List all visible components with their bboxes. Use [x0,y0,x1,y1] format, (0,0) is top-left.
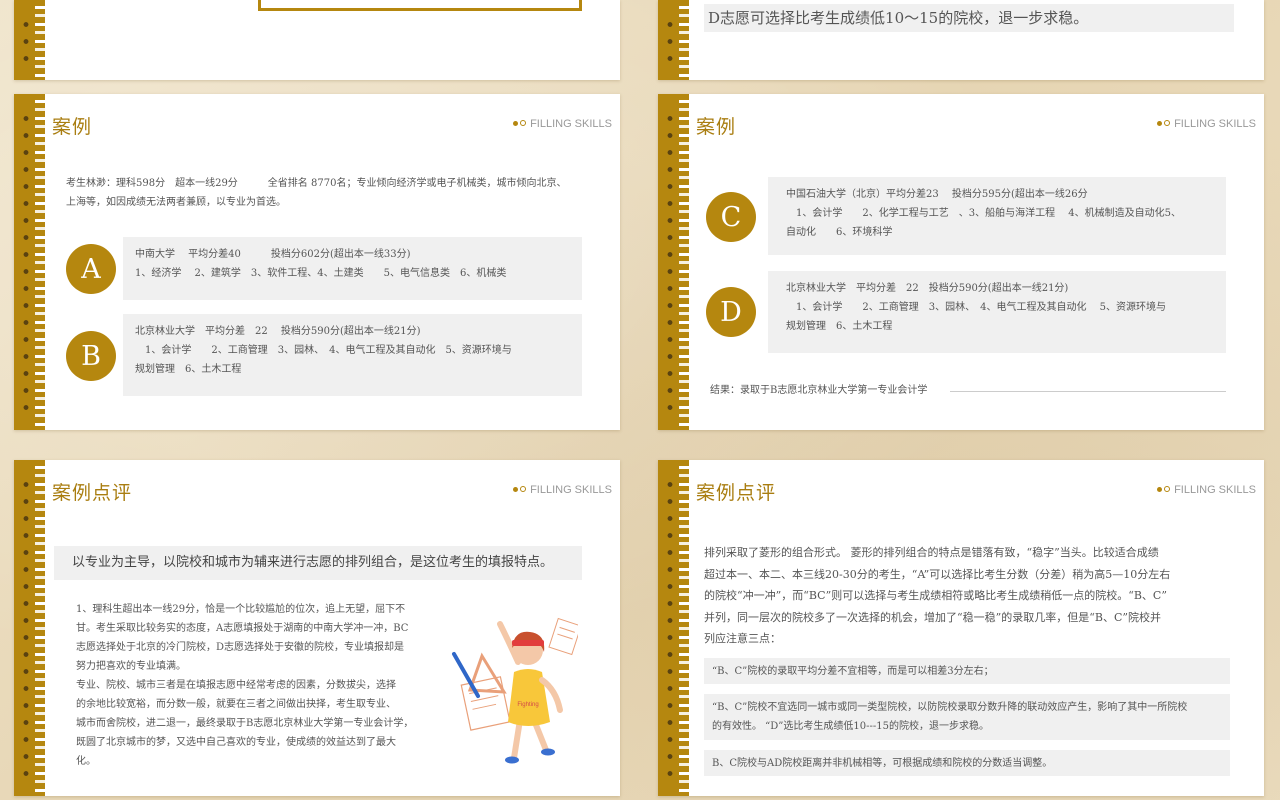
slide-top-right[interactable]: D志愿可选择比考生成绩低10～15的院校，退一步求稳。 [658,0,1264,80]
dot-icon [513,121,519,126]
slide-top-left[interactable] [14,0,620,80]
option-b-badge: B [66,331,116,381]
slide-title: 案例 [52,116,93,138]
option-c-box: 中国石油大学（北京）平均分差23 投档分595分(超出本一线26分 1、会计学 … [768,177,1226,255]
summary-box: D志愿可选择比考生成绩低10～15的院校，退一步求稳。 [704,4,1234,32]
brand-label: FILLING SKILLS [513,484,612,496]
shirt-text: Fighting [517,702,538,708]
option-b-box: 北京林业大学 平均分差 22 投档分590分(超出本一线21分) 1、会计学 2… [123,314,582,396]
binder-holes [22,110,30,414]
result-divider [950,391,1226,392]
key-point-banner: 以专业为主导，以院校和城市为辅来进行志愿的排列组合，是这位考生的填报特点。 [54,546,582,580]
dot-icon [1157,487,1163,492]
slide-review-2[interactable]: 案例点评 FILLING SKILLS 排列采取了菱形的组合形式。 菱形的排列组… [658,460,1264,796]
slide-case-1[interactable]: 案例 FILLING SKILLS 考生林渺：理科598分 超本一线29分 全省… [14,94,620,430]
brand-label: FILLING SKILLS [1157,118,1256,130]
slide-review-1[interactable]: 案例点评 FILLING SKILLS 以专业为主导，以院校和城市为辅来进行志愿… [14,460,620,796]
summary-text: D志愿可选择比考生成绩低10～15的院校，退一步求稳。 [708,9,1089,27]
option-c-badge: C [706,192,756,242]
slide-title: 案例 [696,116,737,138]
brand-label: FILLING SKILLS [513,118,612,130]
option-a-box: 中南大学 平均分差40 投档分602分(超出本一线33分) 1、经济学 2、建筑… [123,237,582,300]
dot-icon [1157,121,1163,126]
point-box-3: B、C院校与AD院校距离并非机械相等，可根据成绩和院校的分数适当调整。 [704,750,1230,776]
student-illustration: Fighting [452,617,578,764]
ring-icon [1164,120,1171,126]
case-intro: 考生林渺：理科598分 超本一线29分 全省排名 8770名；专业倾向经济学或电… [66,178,567,208]
point-box-1: “B、C”院校的录取平均分差不宜相等，而是可以相差3分左右； [704,658,1230,684]
dot-icon [513,487,519,492]
case-result: 结果：录取于B志愿北京林业大学第一专业会计学 [710,385,928,396]
ring-icon [520,486,527,492]
review-body: 1、理科生超出本一线29分，恰是一个比较尴尬的位次，追上无望，屈下不 甘。考生采… [76,604,414,767]
option-a-badge: A [66,244,116,294]
slide-case-2[interactable]: 案例 FILLING SKILLS C 中国石油大学（北京）平均分差23 投档分… [658,94,1264,430]
binder-holes [666,110,674,414]
point-box-2: “B、C”院校不宜选同一城市或同一类型院校，以防院校录取分数升降的联动效应产生，… [704,694,1230,740]
review-body: 排列采取了菱形的组合形式。 菱形的排列组合的特点是错落有致，“稳字”当头。比较适… [704,546,1171,645]
binder-holes [22,16,30,64]
binder-holes [22,476,30,780]
ring-icon [1164,486,1171,492]
ring-icon [520,120,527,126]
frame-box [258,0,582,11]
binder-holes [666,476,674,780]
slide-title: 案例点评 [52,482,133,504]
binder-holes [666,16,674,64]
option-d-badge: D [706,287,756,337]
brand-label: FILLING SKILLS [1157,484,1256,496]
option-d-box: 北京林业大学 平均分差 22 投档分590分(超出本一线21分) 1、会计学 2… [768,271,1226,353]
slide-title: 案例点评 [696,482,777,504]
